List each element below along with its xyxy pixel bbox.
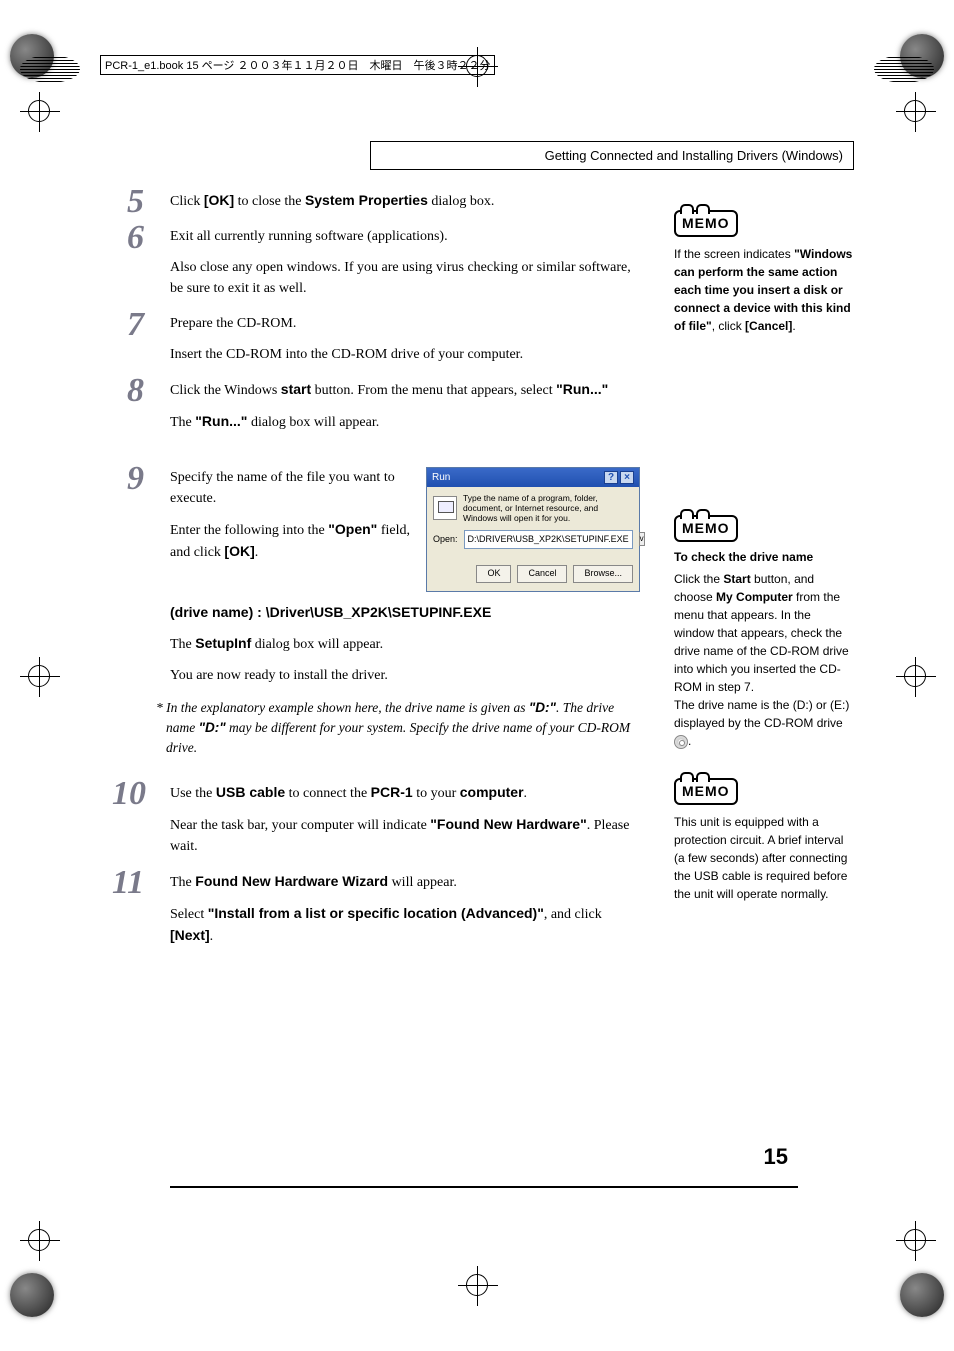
run-dialog-description: Type the name of a program, folder, docu… xyxy=(463,493,633,524)
step-6-p1: Exit all currently running software (app… xyxy=(170,226,640,247)
step-9-p4: You are now ready to install the driver. xyxy=(170,665,640,686)
step-number: 11 xyxy=(112,857,144,908)
footer-rule xyxy=(170,1186,798,1188)
step-7-p1: Prepare the CD-ROM. xyxy=(170,313,640,334)
running-head: PCR-1_e1.book 15 ページ ２００３年１１月２０日 木曜日 午後３… xyxy=(100,55,495,75)
memo-icon: MEMO xyxy=(674,778,738,805)
corner-ornament-icon xyxy=(900,1273,944,1317)
step-5: 5 Click [OK] to close the System Propert… xyxy=(130,190,640,212)
step-number: 6 xyxy=(127,212,144,263)
ok-button[interactable]: OK xyxy=(476,565,511,583)
memo-1: MEMO If the screen indicates "Windows ca… xyxy=(674,210,854,335)
cancel-button[interactable]: Cancel xyxy=(517,565,567,583)
step-number: 8 xyxy=(127,365,144,416)
memo-2-text: Click the Start button, and choose My Co… xyxy=(674,570,854,696)
dropdown-arrow-icon[interactable]: v xyxy=(639,532,645,546)
step-9: 9 Run ? × Type the name of a program, fo xyxy=(130,467,640,768)
run-dialog-title: Run xyxy=(432,470,450,485)
crop-mark-icon xyxy=(904,665,926,687)
corner-ornament-icon xyxy=(10,1273,54,1317)
run-icon xyxy=(433,496,457,520)
step-6: 6 Exit all currently running software (a… xyxy=(130,226,640,299)
step-6-p2: Also close any open windows. If you are … xyxy=(170,257,640,299)
crop-mark-icon xyxy=(28,100,50,122)
run-dialog-titlebar: Run ? × xyxy=(427,468,639,487)
step-10-p1: Use the USB cable to connect the PCR-1 t… xyxy=(170,782,640,804)
sidebar: MEMO If the screen indicates "Windows ca… xyxy=(674,190,854,931)
browse-button[interactable]: Browse... xyxy=(573,565,633,583)
open-label: Open: xyxy=(433,533,458,547)
step-7: 7 Prepare the CD-ROM. Insert the CD-ROM … xyxy=(130,313,640,365)
page-number: 15 xyxy=(764,1144,788,1170)
crop-mark-icon xyxy=(28,1229,50,1251)
step-11-p2: Select "Install from a list or specific … xyxy=(170,903,640,947)
step-9-p3: The SetupInf dialog box will appear. xyxy=(170,633,640,655)
step-10: 10 Use the USB cable to connect the PCR-… xyxy=(130,782,640,857)
hatched-ornament-icon xyxy=(874,55,934,83)
run-dialog: Run ? × Type the name of a program, fold… xyxy=(426,467,640,592)
memo-2-subtitle: To check the drive name xyxy=(674,548,854,566)
step-8-p1: Click the Windows start button. From the… xyxy=(170,379,640,401)
step-10-p2: Near the task bar, your computer will in… xyxy=(170,814,640,857)
memo-1-text: If the screen indicates "Windows can per… xyxy=(674,245,854,335)
close-button[interactable]: × xyxy=(620,471,634,484)
step-7-p2: Insert the CD-ROM into the CD-ROM drive … xyxy=(170,344,640,365)
memo-3-text: This unit is equipped with a protection … xyxy=(674,813,854,903)
step-9-path: (drive name) : \Driver\USB_XP2K\SETUPINF… xyxy=(170,602,640,623)
memo-icon: MEMO xyxy=(674,515,738,542)
crop-mark-icon xyxy=(28,665,50,687)
step-number: 10 xyxy=(112,768,146,819)
crop-mark-icon xyxy=(904,100,926,122)
help-button[interactable]: ? xyxy=(604,471,618,484)
step-11-p1: The Found New Hardware Wizard will appea… xyxy=(170,871,640,893)
step-11: 11 The Found New Hardware Wizard will ap… xyxy=(130,871,640,947)
crop-mark-icon xyxy=(904,1229,926,1251)
step-8: 8 Click the Windows start button. From t… xyxy=(130,379,640,433)
step-5-text: Click [OK] to close the System Propertie… xyxy=(170,190,640,212)
step-9-note: * In the explanatory example shown here,… xyxy=(156,698,640,759)
step-number: 7 xyxy=(127,299,144,350)
cdrom-icon xyxy=(674,735,688,749)
memo-2: MEMO To check the drive name Click the S… xyxy=(674,515,854,750)
step-8-p2: The "Run..." dialog box will appear. xyxy=(170,411,640,433)
hatched-ornament-icon xyxy=(20,55,80,83)
memo-2-text-2: The drive name is the (D:) or (E:) displ… xyxy=(674,696,854,750)
main-column: 5 Click [OK] to close the System Propert… xyxy=(130,190,640,961)
step-number: 9 xyxy=(127,453,144,504)
memo-3: MEMO This unit is equipped with a protec… xyxy=(674,778,854,903)
open-input[interactable]: D:\DRIVER\USB_XP2K\SETUPINF.EXE xyxy=(464,530,633,550)
section-title: Getting Connected and Installing Drivers… xyxy=(370,141,854,170)
memo-icon: MEMO xyxy=(674,210,738,237)
